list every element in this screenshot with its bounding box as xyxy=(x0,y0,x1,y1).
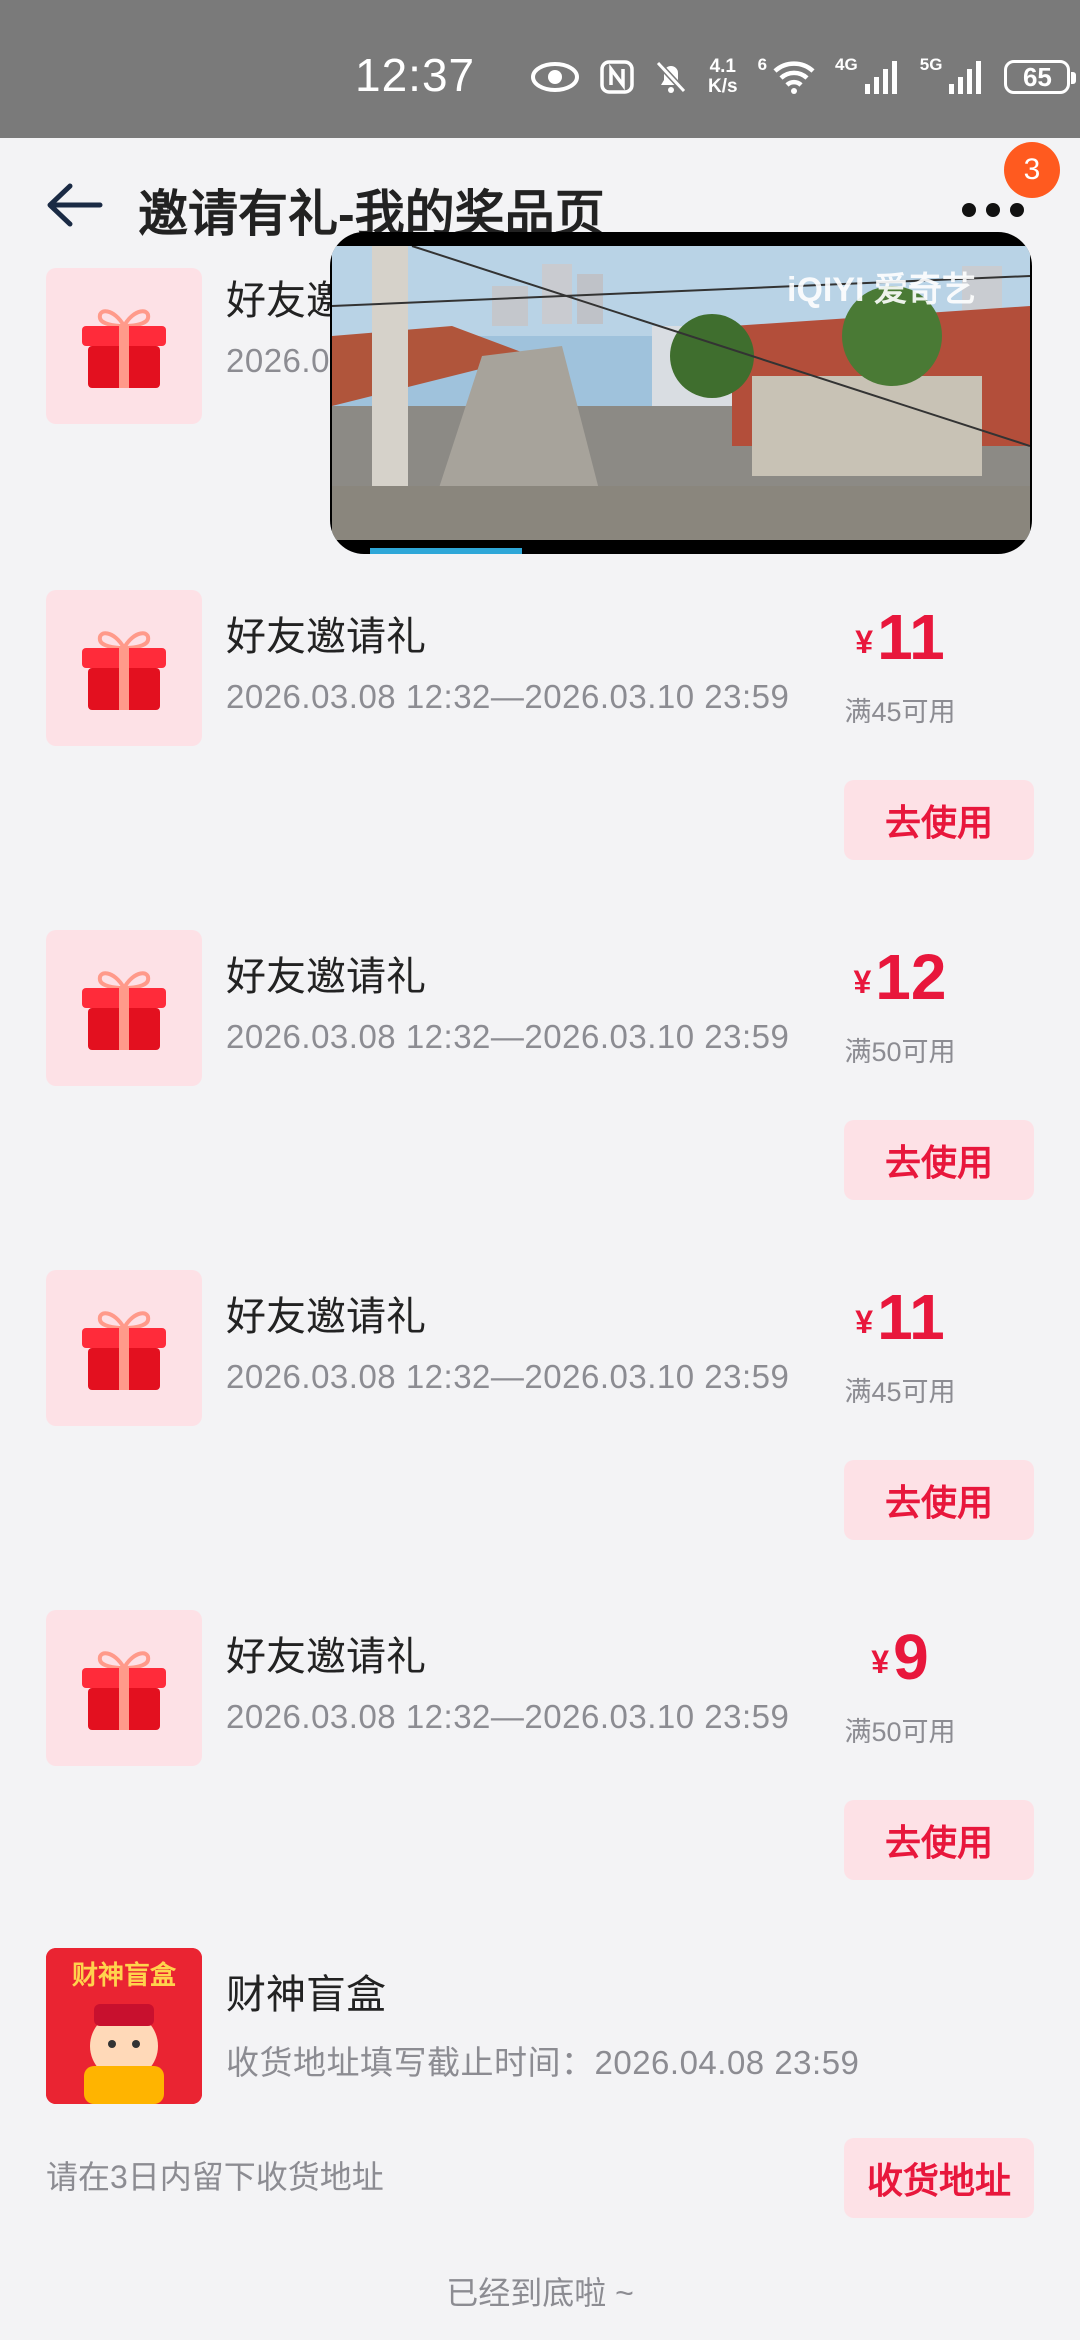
prize-date: 2026.03.08 12:32—2026.03.10 23:59 xyxy=(226,678,790,715)
gift-thumbnail xyxy=(46,268,202,424)
net-speed: 4.1 K/s xyxy=(708,56,738,97)
signal-icon xyxy=(864,61,897,94)
prize-amount: ¥11 xyxy=(855,1281,945,1353)
signal-5g-icon xyxy=(949,61,982,94)
status-bar: 12:37 4.1 K/s 6 4G 5G 65 xyxy=(0,0,1080,138)
prize-amount: ¥9 xyxy=(871,1621,929,1693)
video-pip[interactable]: iQIYI 爱奇艺 xyxy=(330,232,1032,554)
status-icons: 4.1 K/s 6 4G 5G 65 xyxy=(530,52,1077,102)
prize-condition: 满45可用 xyxy=(844,1377,956,1407)
use-button[interactable]: 去使用 xyxy=(844,780,1034,860)
signal2-label: 5G xyxy=(919,55,943,74)
prize-amount: ¥11 xyxy=(855,601,945,673)
more-menu-button[interactable] xyxy=(962,198,1032,222)
prize-title: 好友邀请礼 xyxy=(226,1295,426,1339)
svg-text:财神盲盒: 财神盲盒 xyxy=(72,1960,177,1991)
gift-thumbnail xyxy=(46,1610,202,1766)
status-time: 12:37 xyxy=(355,49,476,101)
bell-muted-icon xyxy=(655,60,687,94)
use-button[interactable]: 去使用 xyxy=(844,1460,1034,1540)
prize-condition: 满50可用 xyxy=(844,1037,956,1067)
address-button[interactable]: 收货地址 xyxy=(844,2138,1034,2218)
video-frame[interactable]: iQIYI 爱奇艺 xyxy=(332,246,1030,540)
prize-title: 好友邀请礼 xyxy=(226,615,426,659)
gift-icon xyxy=(82,971,166,1050)
gift-icon xyxy=(82,631,166,710)
prize-date: 2026.03.08 12:32—2026.03.10 23:59 xyxy=(226,1018,790,1055)
gift-icon xyxy=(82,1311,166,1390)
prize-date: 2026.03.08 12:32—2026.03.10 23:59 xyxy=(226,1358,790,1395)
prize-condition: 满45可用 xyxy=(844,697,956,727)
prize-date: 2026.03.08 12:32—2026.03.10 23:59 xyxy=(226,1698,790,1735)
eye-icon xyxy=(531,62,579,92)
blind-box-title: 财神盲盒 xyxy=(226,1973,386,2017)
notification-badge: 3 xyxy=(1004,142,1060,198)
prize-amount: ¥12 xyxy=(853,941,947,1013)
blind-box-thumbnail: 财神盲盒 xyxy=(46,1948,202,2104)
end-of-list-text: 已经到底啦 ~ xyxy=(446,2275,634,2311)
prize-condition: 满50可用 xyxy=(844,1717,956,1747)
use-button[interactable]: 去使用 xyxy=(844,1800,1034,1880)
signal1-label: 4G xyxy=(835,55,858,74)
battery-icon: 65 xyxy=(1004,60,1077,94)
gift-thumbnail xyxy=(46,1270,202,1426)
address-note: 请在3日内留下收货地址 xyxy=(46,2159,384,2195)
iqiyi-logo: iQIYI 爱奇艺 xyxy=(787,271,976,309)
gift-icon xyxy=(82,1651,166,1730)
nfc-icon xyxy=(600,60,634,94)
gift-thumbnail xyxy=(46,590,202,746)
use-button[interactable]: 去使用 xyxy=(844,1120,1034,1200)
wifi-label: 6 xyxy=(757,55,768,74)
video-progress-bar[interactable] xyxy=(370,548,522,554)
gift-thumbnail xyxy=(46,930,202,1086)
prize-title: 好友邀请礼 xyxy=(226,1635,426,1679)
prize-title: 好友邀请礼 xyxy=(226,955,426,999)
back-arrow-icon[interactable] xyxy=(44,182,104,228)
address-deadline: 收货地址填写截止时间：2026.04.08 23:59 xyxy=(226,2044,860,2081)
god-of-wealth-icon: 财神盲盒 xyxy=(46,1948,202,2104)
wifi-icon xyxy=(773,61,815,94)
gift-icon xyxy=(82,309,166,388)
